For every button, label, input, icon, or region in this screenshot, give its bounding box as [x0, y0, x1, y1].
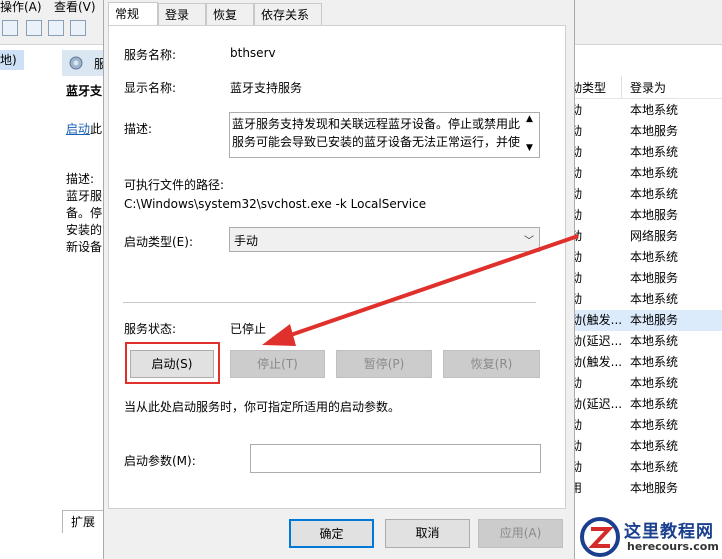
- annotation-arrow: [262, 234, 579, 346]
- watermark: 这里教程网 herecours.com: [572, 515, 722, 559]
- watermark-title: 这里教程网: [624, 522, 714, 542]
- watermark-url: herecours.com: [627, 540, 719, 553]
- watermark-logo-icon: [580, 517, 620, 557]
